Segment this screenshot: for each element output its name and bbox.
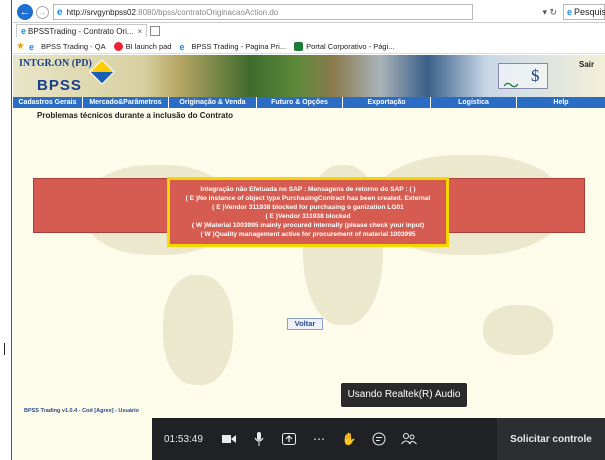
dollar-sign-icon: $ xyxy=(531,66,540,85)
main-menu: Cadastros Gerais Mercado&Parâmetros Orig… xyxy=(13,97,605,108)
chat-icon[interactable] xyxy=(364,424,394,454)
request-control-button[interactable]: Solicitar controle xyxy=(497,418,605,460)
app-banner: INTGR.ON (PD) BPSS 〜 $ Sair xyxy=(13,55,605,97)
logo-diamond-icon xyxy=(89,59,115,85)
browser-chrome: ← → e http://srvgynbpss02 :8080/bpss/con… xyxy=(13,0,605,23)
left-window-edge xyxy=(0,0,12,460)
tab-label: BPSSTrading - Contrato Ori... xyxy=(28,26,134,36)
address-actions: ▾ ↻ e Pesquisa xyxy=(536,4,605,20)
error-line: Integração não Efetuada no SAP : Mensage… xyxy=(200,186,416,193)
raise-hand-icon[interactable]: ✋ xyxy=(334,424,364,454)
pin-icon xyxy=(113,41,123,51)
search-placeholder: Pesquisa xyxy=(574,7,605,17)
camera-icon[interactable] xyxy=(214,424,244,454)
error-line: ( W )Material 1003995 mainly procured in… xyxy=(191,222,425,229)
microphone-icon[interactable] xyxy=(244,424,274,454)
page-title: Problemas técnicos durante a inclusão do… xyxy=(37,111,234,120)
error-line: ( W )Quality management active for procu… xyxy=(200,231,416,238)
logout-link[interactable]: Sair xyxy=(579,60,594,69)
bpss-logo: BPSS xyxy=(37,77,82,94)
favorites-star-icon[interactable]: ★ xyxy=(16,41,25,52)
participants-icon[interactable] xyxy=(394,424,424,454)
edge-marker xyxy=(4,343,5,355)
favorite-label: BPSS Trading - Pagina Pri... xyxy=(191,41,287,51)
refresh-icon[interactable]: ▾ ↻ xyxy=(542,7,557,18)
search-engine-icon: e xyxy=(567,7,573,17)
favorites-bar: ★ e BPSS Trading - QA BI launch pad e BP… xyxy=(13,39,605,54)
dollar-chart-icon: 〜 $ xyxy=(498,63,548,95)
error-line: ( E )Vendor 311938 blocked xyxy=(265,213,351,220)
tab-ie-icon: e xyxy=(21,26,27,36)
browser-window: e BPSSTrading - Contrato Ori... × ★ e BP… xyxy=(13,23,605,460)
favorite-bpss-qa[interactable]: e BPSS Trading - QA xyxy=(28,41,106,52)
tab-close-icon[interactable]: × xyxy=(138,27,143,36)
tab-bpss-contrato[interactable]: e BPSSTrading - Contrato Ori... × xyxy=(16,24,148,37)
menu-mercado-parametros[interactable]: Mercado&Parâmetros xyxy=(83,97,169,108)
voltar-button[interactable]: Voltar xyxy=(287,318,323,330)
back-arrow-icon[interactable]: ← xyxy=(17,4,33,20)
world-map-background xyxy=(13,125,605,438)
address-row: ← → e http://srvgynbpss02 :8080/bpss/con… xyxy=(13,2,605,22)
address-bar[interactable]: e http://srvgynbpss02 :8080/bpss/contrat… xyxy=(53,4,473,20)
portal-icon xyxy=(294,41,304,51)
ie-e-icon: e xyxy=(28,41,34,52)
trend-line-icon: 〜 xyxy=(503,78,520,95)
map-continent xyxy=(483,305,553,355)
url-host: http://srvgynbpss02 xyxy=(66,7,136,17)
url-path: :8080/bpss/contratoOriginacaoAction.do xyxy=(135,7,279,17)
search-input[interactable]: e Pesquisa xyxy=(563,4,605,20)
meeting-timer: 01:53:49 xyxy=(164,433,203,445)
menu-originacao-venda[interactable]: Originação & Venda xyxy=(169,97,257,108)
forward-arrow-icon[interactable]: → xyxy=(36,5,49,19)
audio-tooltip: Usando Realtek(R) Audio xyxy=(341,383,467,407)
more-options-icon[interactable]: ⋯ xyxy=(304,424,334,454)
favorite-portal[interactable]: Portal Corporativo - Pági... xyxy=(294,41,395,51)
favorite-label: BPSS Trading - QA xyxy=(40,41,106,51)
error-line: ( E )No instance of object type Purchasi… xyxy=(185,195,431,202)
favorite-bpss-pagina[interactable]: e BPSS Trading - Pagina Pri... xyxy=(179,41,287,52)
bpss-app: INTGR.ON (PD) BPSS 〜 $ Sair Cadastros Ge… xyxy=(13,55,605,460)
environment-label: INTGR.ON (PD) xyxy=(19,58,92,69)
ie-e-icon: e xyxy=(179,41,185,52)
sap-error-messages: Integração não Efetuada no SAP : Mensage… xyxy=(167,177,449,247)
new-tab-icon[interactable] xyxy=(150,25,161,36)
ie-page-icon: e xyxy=(57,6,63,18)
favorite-bi-launchpad[interactable]: BI launch pad xyxy=(113,41,172,51)
meeting-controls-bar: 01:53:49 ⋯ ✋ Solicitar controle xyxy=(152,418,605,460)
favorite-label: Portal Corporativo - Pági... xyxy=(306,41,395,51)
menu-help[interactable]: Help xyxy=(517,97,605,108)
error-line: ( E )Vendor 311938 blocked for purchasin… xyxy=(212,204,404,211)
menu-logistica[interactable]: Logística xyxy=(431,97,517,108)
map-continent xyxy=(163,275,233,385)
menu-exportacao[interactable]: Exportação xyxy=(343,97,431,108)
favorite-label: BI launch pad xyxy=(125,41,172,51)
share-screen-icon[interactable] xyxy=(274,424,304,454)
menu-futuro-opcoes[interactable]: Futuro & Opções xyxy=(257,97,343,108)
status-bar: BPSS Trading v1.0.4 - Cod [Agrex] - Usuá… xyxy=(24,408,139,414)
menu-cadastros-gerais[interactable]: Cadastros Gerais xyxy=(13,97,83,108)
tab-strip: e BPSSTrading - Contrato Ori... × xyxy=(13,23,605,38)
